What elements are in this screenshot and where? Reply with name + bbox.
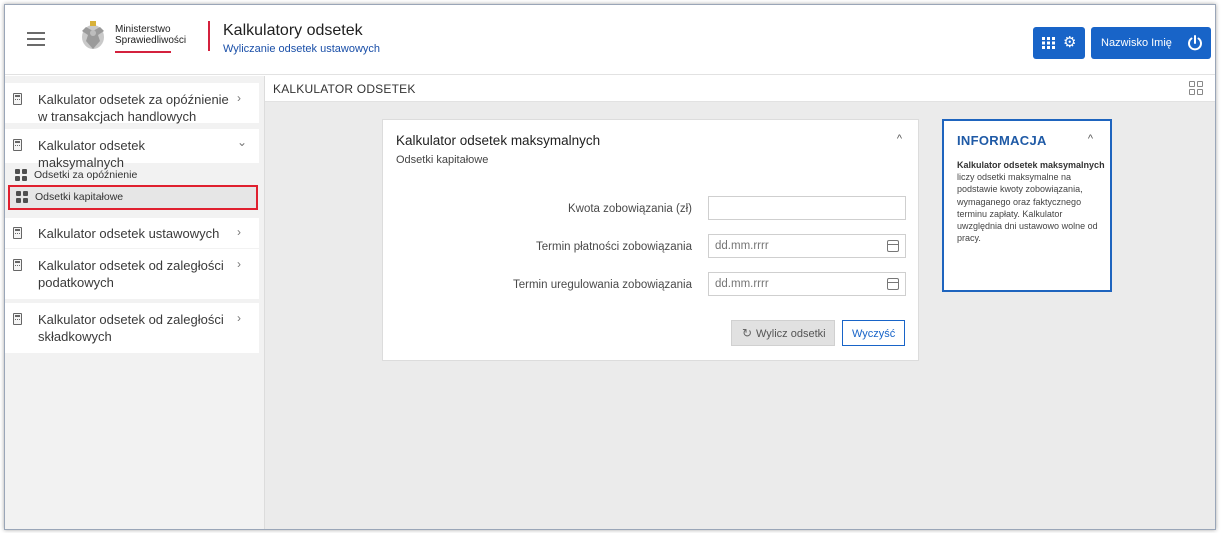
- card-subtitle: Odsetki kapitałowe: [396, 154, 489, 166]
- calculate-button[interactable]: ↻ Wylicz odsetki: [731, 320, 835, 346]
- info-text: Kalkulator odsetek maksymalnych liczy od…: [957, 159, 1107, 244]
- ministry-name-line1: Ministerstwo: [115, 24, 171, 35]
- calendar-icon[interactable]: [887, 240, 899, 252]
- info-text-bold: Kalkulator odsetek maksymalnych: [957, 160, 1105, 170]
- breadcrumb: KALKULATOR ODSETEK: [273, 82, 416, 96]
- sidebar-item-ustawowe[interactable]: Kalkulator odsetek ustawowych ›: [5, 218, 259, 248]
- info-text-body: liczy odsetki maksymalne na podstawie kw…: [957, 172, 1098, 244]
- grid-icon: [16, 191, 28, 203]
- sidebar-item-podatkowe[interactable]: Kalkulator odsetek od zaległości podatko…: [5, 249, 259, 299]
- amount-input[interactable]: [708, 196, 906, 220]
- eagle-emblem-icon: [82, 21, 104, 49]
- due-date-label: Termin płatności zobowiązania: [536, 241, 692, 253]
- ministry-underline: [115, 51, 171, 53]
- content-topbar: KALKULATOR ODSETEK: [265, 76, 1215, 102]
- sidebar-subitem-label: Odsetki kapitałowe: [35, 191, 124, 203]
- clear-button-label: Wyczyść: [852, 328, 896, 340]
- ministry-name-line2: Sprawiedliwości: [115, 35, 187, 46]
- grid-icon: [15, 169, 27, 181]
- info-title: INFORMACJA: [957, 133, 1047, 148]
- sidebar-item-maksymalne[interactable]: Kalkulator odsetek maksymalnych ⌄: [5, 129, 259, 170]
- clear-button[interactable]: Wyczyść: [842, 320, 905, 346]
- app-title: Kalkulatory odsetek: [223, 22, 363, 39]
- app-header: Ministerstwo Sprawiedliwości Kalkulatory…: [5, 5, 1215, 75]
- calculate-button-label: Wylicz odsetki: [756, 328, 826, 340]
- sidebar-subitem-odsetki-kapitalowe[interactable]: Odsetki kapitałowe: [8, 185, 258, 210]
- collapse-icon[interactable]: ^: [897, 133, 902, 145]
- sidebar-item-label: Kalkulator odsetek od zaległości podatko…: [38, 258, 224, 290]
- calculator-icon: [13, 227, 22, 239]
- header-tools-group: ⚙: [1033, 27, 1085, 59]
- sidebar-subitem-odsetki-za-opoznienie[interactable]: Odsetki za opóźnienie: [5, 163, 259, 187]
- user-logout-button[interactable]: Nazwisko Imię: [1091, 27, 1211, 59]
- chevron-down-icon: ⌄: [237, 135, 248, 149]
- user-name: Nazwisko Imię: [1101, 37, 1172, 49]
- apps-grid-icon[interactable]: [1042, 37, 1055, 49]
- sidebar-item-skladkowe[interactable]: Kalkulator odsetek od zaległości składko…: [5, 303, 259, 353]
- calendar-icon[interactable]: [887, 278, 899, 290]
- due-date-input[interactable]: [708, 234, 906, 258]
- chevron-right-icon: ›: [237, 257, 241, 271]
- payment-date-input[interactable]: [708, 272, 906, 296]
- app-subtitle: Wyliczanie odsetek ustawowych: [223, 43, 381, 55]
- calculator-icon: [13, 259, 22, 271]
- settings-gear-icon[interactable]: ⚙: [1063, 35, 1079, 51]
- refresh-icon: ↻: [742, 326, 753, 340]
- menu-toggle-icon[interactable]: [27, 32, 45, 46]
- calculator-icon: [13, 139, 22, 151]
- calculator-icon: [13, 93, 22, 105]
- card-title: Kalkulator odsetek maksymalnych: [396, 133, 601, 148]
- sidebar-item-label: Kalkulator odsetek ustawowych: [38, 226, 220, 241]
- sidebar-nav: Kalkulator odsetek za opóźnienie w trans…: [5, 76, 265, 529]
- chevron-right-icon: ›: [237, 311, 241, 325]
- layout-grid-icon[interactable]: [1189, 81, 1203, 95]
- collapse-icon[interactable]: ^: [1088, 133, 1093, 145]
- chevron-right-icon: ›: [237, 91, 241, 105]
- power-icon: [1188, 35, 1202, 51]
- payment-date-label: Termin uregulowania zobowiązania: [513, 279, 692, 291]
- logo-divider: [208, 21, 210, 51]
- sidebar-item-label: Kalkulator odsetek za opóźnienie w trans…: [38, 92, 229, 124]
- amount-label: Kwota zobowiązania (zł): [567, 203, 692, 215]
- app-window: Ministerstwo Sprawiedliwości Kalkulatory…: [4, 4, 1216, 530]
- calculator-card: Kalkulator odsetek maksymalnych Odsetki …: [382, 119, 919, 361]
- sidebar-subitem-label: Odsetki za opóźnienie: [34, 169, 138, 181]
- ministry-logo[interactable]: Ministerstwo Sprawiedliwości: [78, 19, 206, 53]
- sidebar-item-label: Kalkulator odsetek od zaległości składko…: [38, 312, 224, 344]
- sidebar-item-handlowe[interactable]: Kalkulator odsetek za opóźnienie w trans…: [5, 83, 259, 124]
- ministry-name: Ministerstwo Sprawiedliwości: [115, 24, 186, 46]
- chevron-right-icon: ›: [237, 225, 241, 239]
- main-content: Kalkulator odsetek maksymalnych Odsetki …: [265, 102, 1215, 529]
- info-panel: INFORMACJA ^ Kalkulator odsetek maksymal…: [942, 119, 1112, 292]
- calculator-icon: [13, 313, 22, 325]
